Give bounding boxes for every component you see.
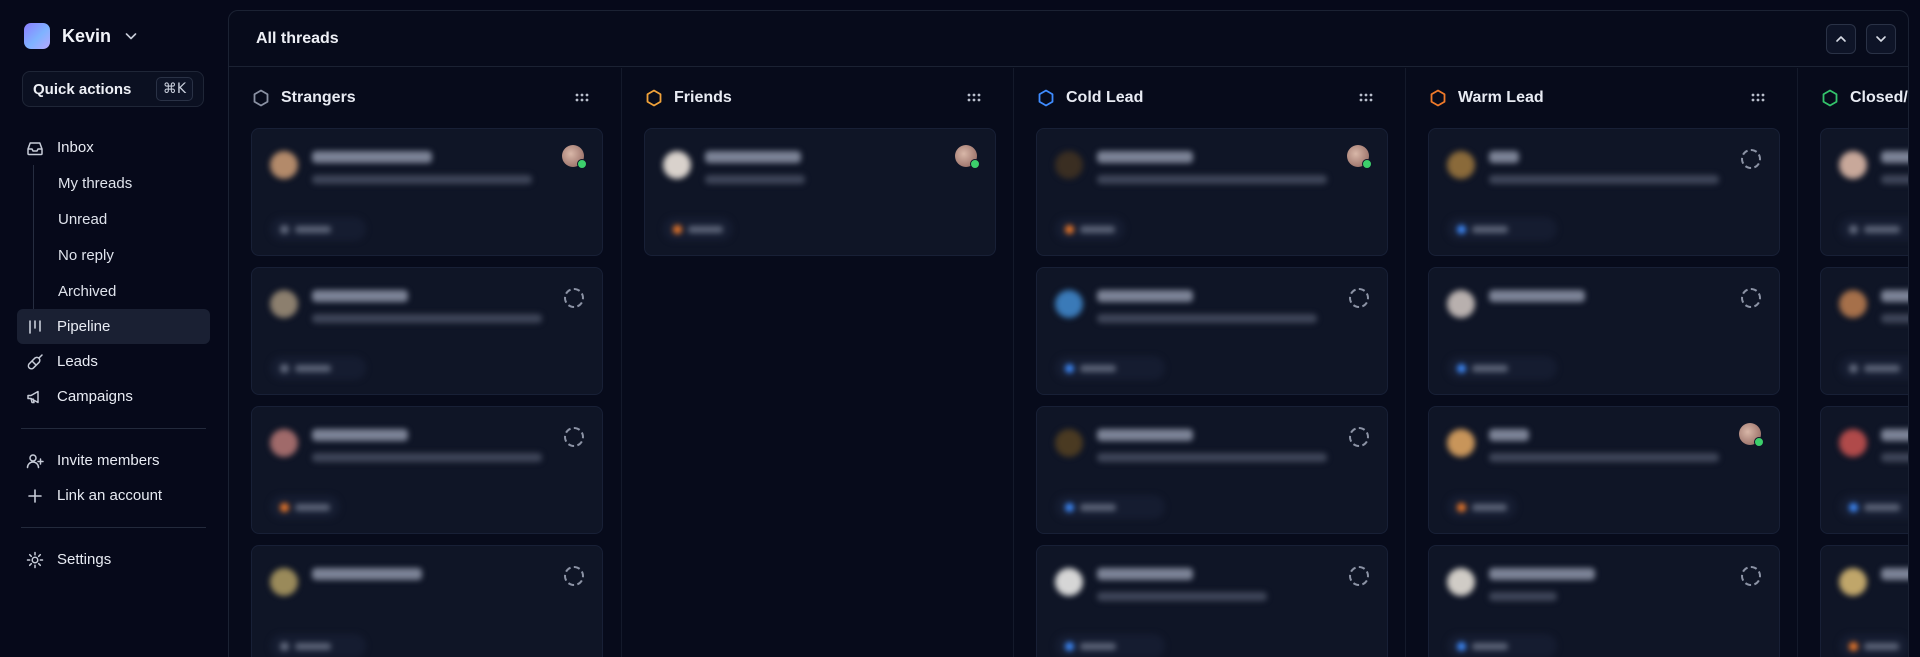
hexagon-icon [253,89,269,107]
column-header: Strangers [251,68,591,128]
workspace-name: Kevin [62,25,112,46]
chevron-down-icon [125,33,137,40]
chevron-down-icon [1876,35,1886,42]
status-ring-icon [1741,288,1761,308]
sidebar-item-label: Campaigns [57,388,133,405]
sidebar-item-label: Inbox [57,139,94,156]
status-ring-icon [1349,566,1369,586]
owner-avatar [1739,423,1764,447]
column-title: Friends [674,89,732,106]
status-ring-icon [564,566,584,586]
sidebar-item-invite-members[interactable]: Invite members [17,443,210,478]
quick-actions-button[interactable]: Quick actions ⌘K [22,71,204,107]
column-header: Closed/ [1820,68,1908,128]
inbox-subnav: My threads Unread No reply Archived [33,165,210,309]
column-strangers: Strangers [229,68,613,657]
sidebar-item-archived[interactable]: Archived [34,273,210,309]
inbox-icon [27,141,43,155]
sidebar-item-inbox[interactable]: Inbox [17,130,210,165]
column-warm-lead: Warm Lead [1405,68,1789,657]
thread-card[interactable] [644,128,996,256]
owner-avatar [955,145,980,169]
sidebar-item-settings[interactable]: Settings [17,542,210,577]
next-button[interactable] [1866,23,1896,54]
sidebar-item-my-threads[interactable]: My threads [34,165,210,201]
column-friends: Friends [621,68,1005,657]
status-ring-icon [564,427,584,447]
sidebar: Kevin Quick actions ⌘K Inbox My threads … [0,0,225,657]
column-cold-lead: Cold Lead [1013,68,1397,657]
gear-icon [26,551,44,568]
column-header: Warm Lead [1428,68,1767,128]
sidebar-item-label: Invite members [57,452,160,469]
hexagon-icon [1038,89,1054,107]
column-title: Closed/ [1850,89,1908,106]
previous-button[interactable] [1826,23,1856,54]
column-closed: Closed/ [1797,68,1908,657]
thread-card[interactable] [1428,128,1780,256]
pipeline-board: Strangers Friends Cold Lead Warm Lead Cl… [229,68,1908,657]
main-header: All threads [229,11,1908,67]
quick-actions-label: Quick actions [33,80,132,98]
sidebar-item-no-reply[interactable]: No reply [34,237,210,273]
sidebar-item-link-account[interactable]: Link an account [17,478,210,513]
owner-avatar [1347,145,1372,169]
megaphone-icon [27,390,39,403]
sidebar-item-label: Link an account [57,487,163,504]
column-header: Friends [644,68,983,128]
grip-icon[interactable] [1749,89,1767,107]
thread-card[interactable] [1428,267,1780,395]
thread-card[interactable] [1820,406,1908,534]
thread-card[interactable] [251,267,603,395]
thread-card[interactable] [1036,406,1388,534]
divider [21,428,206,429]
thread-card[interactable] [1820,128,1908,256]
user-plus-icon [26,453,44,468]
thread-card[interactable] [1820,267,1908,395]
thread-card[interactable] [1428,406,1780,534]
status-ring-icon [1349,427,1369,447]
quick-actions-shortcut: ⌘K [155,77,193,101]
hexagon-icon [1430,89,1446,107]
thread-card[interactable] [1036,545,1388,657]
sidebar-item-label: Settings [57,551,112,568]
status-ring-icon [1741,149,1761,169]
sidebar-item-label: Pipeline [57,318,111,335]
grip-icon[interactable] [1357,89,1375,107]
workspace-switcher[interactable]: Kevin [24,22,139,50]
thread-card[interactable] [1036,128,1388,256]
sidebar-item-pipeline[interactable]: Pipeline [17,309,210,344]
column-title: Cold Lead [1066,89,1144,106]
main-panel: All threads Strangers Friends Cold Lead … [228,10,1909,657]
column-header: Cold Lead [1036,68,1375,128]
plus-icon [28,488,42,503]
owner-avatar [562,145,587,169]
thread-card[interactable] [1428,545,1780,657]
sidebar-item-label: Leads [57,353,98,370]
status-ring-icon [1741,566,1761,586]
hexagon-icon [1822,89,1838,107]
thread-card[interactable] [1036,267,1388,395]
pipeline-icon [29,319,41,334]
sidebar-item-leads[interactable]: Leads [17,344,210,379]
leads-icon [27,353,43,370]
column-title: Strangers [281,89,356,106]
grip-icon[interactable] [573,89,591,107]
sidebar-item-campaigns[interactable]: Campaigns [17,379,210,414]
thread-card[interactable] [251,128,603,256]
sidebar-item-unread[interactable]: Unread [34,201,210,237]
workspace-logo [24,23,50,49]
sidebar-nav: Inbox My threads Unread No reply Archive… [17,130,210,577]
chevron-up-icon [1836,35,1846,42]
grip-icon[interactable] [965,89,983,107]
status-ring-icon [1349,288,1369,308]
column-title: Warm Lead [1458,89,1544,106]
divider [21,527,206,528]
thread-card[interactable] [251,406,603,534]
thread-card[interactable] [1820,545,1908,657]
page-title: All threads [256,29,339,47]
hexagon-icon [646,89,662,107]
thread-card[interactable] [251,545,603,657]
status-ring-icon [564,288,584,308]
